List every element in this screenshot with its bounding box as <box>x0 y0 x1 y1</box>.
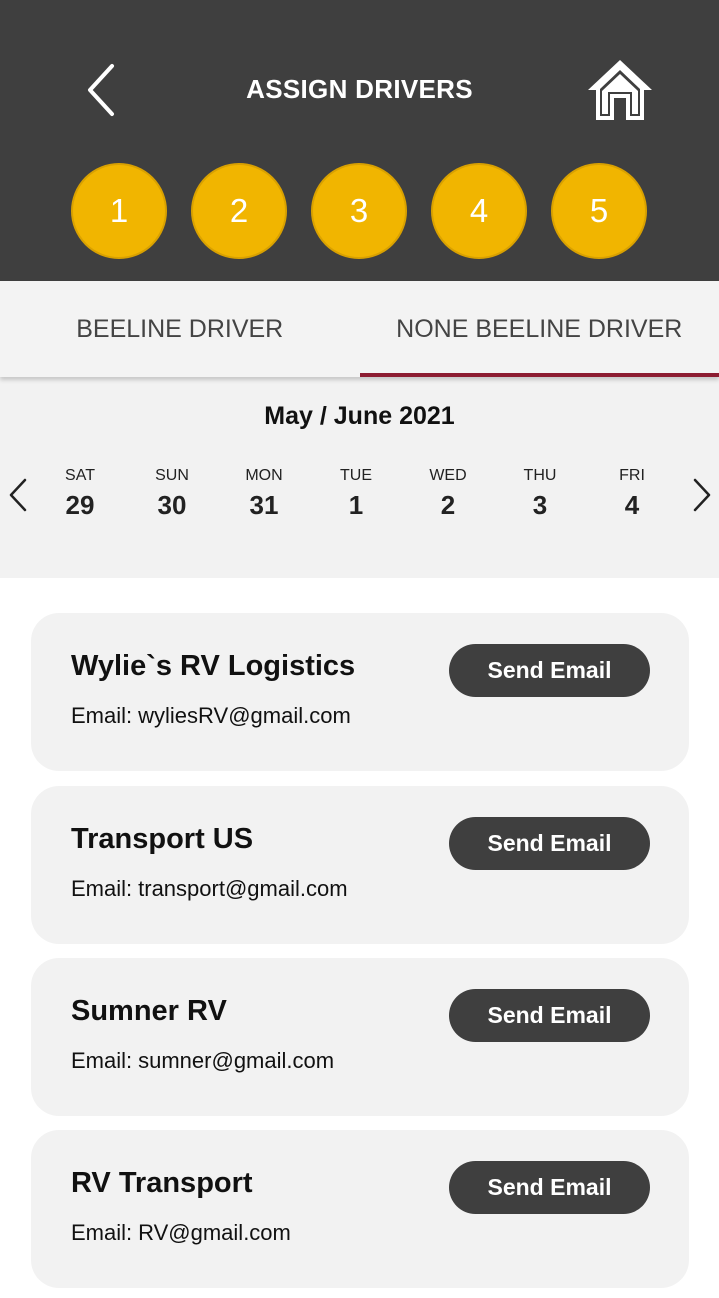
driver-email: wyliesRV@gmail.com <box>138 703 351 728</box>
day-number: 30 <box>157 490 187 520</box>
app-header: ASSIGN DRIVERS 1 2 3 4 5 <box>0 0 719 281</box>
step-3-button[interactable]: 3 <box>311 163 407 259</box>
email-label: Email: <box>71 1048 133 1073</box>
driver-name: RV Transport <box>71 1167 253 1199</box>
driver-email: transport@gmail.com <box>138 876 348 901</box>
date-strip: May / June 2021 SAT 29 SUN 30 MON 31 TUE… <box>0 377 719 578</box>
home-button[interactable] <box>586 56 654 124</box>
day-number: 3 <box>532 490 548 520</box>
tab-beeline-driver[interactable]: BEELINE DRIVER <box>0 281 360 377</box>
day-number: 31 <box>249 490 279 520</box>
driver-email: RV@gmail.com <box>138 1220 291 1245</box>
driver-email-line: Email: wyliesRV@gmail.com <box>71 703 351 729</box>
home-icon <box>588 60 652 120</box>
email-label: Email: <box>71 1220 133 1245</box>
next-week-button[interactable] <box>690 477 714 513</box>
month-label: May / June 2021 <box>264 402 455 430</box>
driver-name: Transport US <box>71 823 254 855</box>
step-5-button[interactable]: 5 <box>551 163 647 259</box>
chevron-right-icon <box>693 478 711 512</box>
day-name: TUE <box>340 467 372 484</box>
day-list: SAT 29 SUN 30 MON 31 TUE 1 WED 2 THU 3 F… <box>0 467 719 527</box>
day-item[interactable]: WED 2 <box>408 467 488 521</box>
send-email-button[interactable]: Send Email <box>449 644 650 697</box>
driver-card: RV Transport Email: RV@gmail.com Send Ema… <box>31 1130 689 1288</box>
driver-email: sumner@gmail.com <box>138 1048 335 1073</box>
send-email-button[interactable]: Send Email <box>449 989 650 1042</box>
driver-email-line: Email: sumner@gmail.com <box>71 1048 334 1074</box>
step-4-button[interactable]: 4 <box>431 163 527 259</box>
day-name: FRI <box>619 467 645 484</box>
driver-email-line: Email: transport@gmail.com <box>71 876 348 902</box>
day-name: MON <box>245 467 283 484</box>
day-name: WED <box>429 467 467 484</box>
step-1-button[interactable]: 1 <box>71 163 167 259</box>
driver-card: Transport US Email: transport@gmail.com S… <box>31 786 689 944</box>
day-item[interactable]: TUE 1 <box>316 467 396 521</box>
day-item[interactable]: SUN 30 <box>132 467 212 521</box>
step-indicator: 1 2 3 4 5 <box>71 163 647 259</box>
step-2-button[interactable]: 2 <box>191 163 287 259</box>
driver-card: Wylie`s RV Logistics Email: wyliesRV@gmai… <box>31 613 689 771</box>
send-email-button[interactable]: Send Email <box>449 817 650 870</box>
driver-email-line: Email: RV@gmail.com <box>71 1220 291 1246</box>
day-name: SAT <box>65 467 95 484</box>
day-number: 29 <box>65 490 95 520</box>
day-item[interactable]: MON 31 <box>224 467 304 521</box>
email-label: Email: <box>71 876 133 901</box>
tab-none-beeline-driver[interactable]: NONE BEELINE DRIVER <box>359 281 719 377</box>
day-item[interactable]: FRI 4 <box>592 467 672 521</box>
driver-type-tabs: BEELINE DRIVER NONE BEELINE DRIVER <box>0 281 719 377</box>
driver-name: Wylie`s RV Logistics <box>71 650 356 682</box>
day-name: SUN <box>155 467 189 484</box>
day-item[interactable]: SAT 29 <box>40 467 120 521</box>
day-number: 1 <box>348 490 364 520</box>
driver-card: Sumner RV Email: sumner@gmail.com Send Em… <box>31 958 689 1116</box>
driver-name: Sumner RV <box>71 995 227 1027</box>
day-item[interactable]: THU 3 <box>500 467 580 521</box>
day-number: 4 <box>624 490 640 520</box>
day-number: 2 <box>440 490 456 520</box>
email-label: Email: <box>71 703 133 728</box>
day-name: THU <box>523 467 557 484</box>
send-email-button[interactable]: Send Email <box>449 1161 650 1214</box>
